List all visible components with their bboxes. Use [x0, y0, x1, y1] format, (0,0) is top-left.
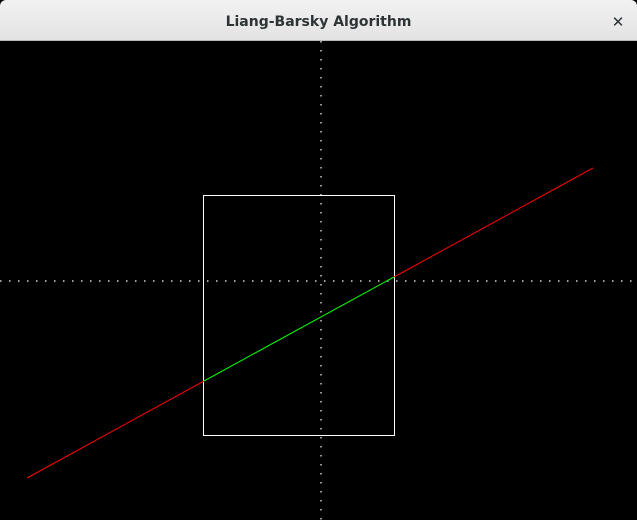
window-title: Liang-Barsky Algorithm — [225, 14, 412, 30]
line-clipped-segment — [203, 276, 395, 382]
clip-window — [203, 195, 395, 436]
app-window: Liang-Barsky Algorithm ✕ — [0, 0, 637, 520]
drawing-canvas — [0, 41, 637, 520]
close-icon[interactable]: ✕ — [607, 11, 629, 33]
line-outside-segment-lower — [26, 380, 205, 479]
title-bar[interactable]: Liang-Barsky Algorithm ✕ — [0, 0, 637, 41]
line-outside-segment-upper — [393, 167, 594, 278]
